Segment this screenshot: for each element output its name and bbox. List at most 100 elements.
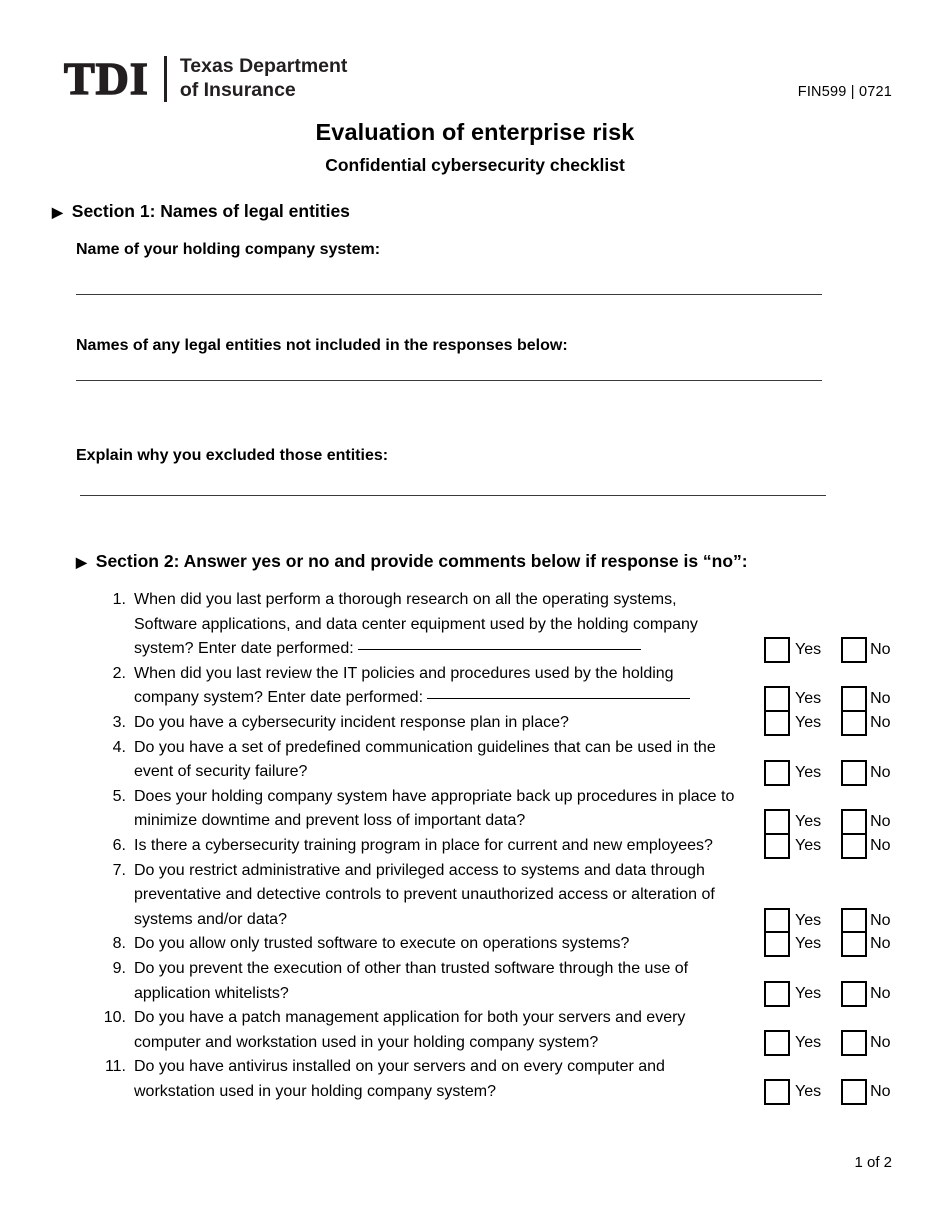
- yes-label: Yes: [795, 1082, 822, 1100]
- question-item: 3. Do you have a cybersecurity incident r…: [100, 711, 740, 736]
- question-text: Do you have a cybersecurity incident res…: [134, 711, 740, 736]
- tdi-wordmark: TDI: [63, 53, 149, 104]
- yes-label: Yes: [795, 837, 822, 855]
- question-prompt: Do you have antivirus installed on your …: [134, 1058, 665, 1100]
- no-answer-group[interactable]: No: [841, 710, 891, 737]
- question-number: 8.: [112, 935, 126, 953]
- question-prompt: Do you prevent the execution of other th…: [134, 959, 689, 1002]
- question-text: Do you have antivirus installed on your …: [134, 1055, 740, 1104]
- section-2-heading-text: Section 2: Answer yes or no and provide …: [95, 551, 748, 571]
- question-text: Do you have a set of predefined communic…: [134, 736, 740, 785]
- yes-answer-group[interactable]: Yes: [764, 1078, 831, 1105]
- question-number: 10.: [103, 1009, 126, 1027]
- page-subtitle: Confidential cybersecurity checklist: [325, 155, 625, 175]
- no-answer-group[interactable]: No: [841, 1029, 891, 1056]
- question-text: When did you last review the IT policies…: [134, 662, 740, 711]
- page-title: Evaluation of enterprise risk: [315, 119, 635, 145]
- yes-checkbox[interactable]: [764, 685, 790, 712]
- no-label: No: [870, 812, 891, 830]
- no-checkbox[interactable]: [841, 980, 868, 1007]
- no-answer-group[interactable]: No: [841, 636, 891, 663]
- answer-row: Yes No: [764, 930, 891, 958]
- yes-label: Yes: [795, 763, 822, 781]
- yes-label: Yes: [795, 984, 822, 1002]
- page-number: 1 of 2: [854, 1154, 892, 1171]
- no-answer-group[interactable]: No: [841, 808, 891, 835]
- date-performed-input-line[interactable]: [427, 698, 691, 700]
- question-number: 1.: [112, 591, 126, 608]
- no-checkbox[interactable]: [841, 710, 868, 737]
- date-performed-input-line[interactable]: [358, 649, 642, 651]
- no-answer-group[interactable]: No: [841, 980, 891, 1007]
- yes-label: Yes: [795, 689, 822, 707]
- question-number: 9.: [112, 959, 126, 977]
- no-answer-group[interactable]: No: [841, 1078, 891, 1105]
- no-checkbox[interactable]: [841, 1029, 868, 1056]
- question-prompt: When did you last review the IT policies…: [134, 664, 674, 707]
- yes-answer-group[interactable]: Yes: [764, 759, 831, 786]
- answer-row: Yes No: [764, 980, 891, 1008]
- question-prompt: Is there a cybersecurity training progra…: [134, 836, 713, 854]
- yes-answer-group[interactable]: Yes: [764, 710, 831, 737]
- question-item: 9. Do you prevent the execution of other …: [100, 957, 740, 1006]
- yes-answer-group[interactable]: Yes: [764, 980, 831, 1007]
- holding-company-input-line[interactable]: [76, 294, 822, 295]
- no-label: No: [870, 935, 891, 953]
- no-checkbox[interactable]: [841, 1078, 868, 1105]
- yes-answer-group[interactable]: Yes: [764, 685, 831, 712]
- form-page: TDI Texas Department of Insurance FIN599…: [0, 0, 950, 1230]
- no-label: No: [870, 837, 891, 855]
- question-text: Do you have a patch management applicati…: [134, 1006, 740, 1055]
- answer-row: Yes No: [764, 759, 891, 787]
- explain-exclusion-input-line[interactable]: [80, 495, 826, 496]
- question-text: Does your holding company system have ap…: [134, 785, 740, 834]
- no-label: No: [870, 714, 891, 732]
- form-number: FIN599 | 0721: [797, 84, 892, 100]
- yes-checkbox[interactable]: [764, 710, 790, 737]
- question-number: 4.: [112, 738, 126, 756]
- question-number: 3.: [112, 713, 126, 731]
- no-answer-group[interactable]: No: [841, 833, 891, 860]
- yes-label: Yes: [795, 911, 822, 929]
- no-checkbox[interactable]: [841, 759, 868, 786]
- logo-divider: [163, 56, 167, 102]
- yes-checkbox[interactable]: [764, 759, 790, 786]
- no-checkbox[interactable]: [841, 931, 868, 958]
- no-answer-group[interactable]: No: [841, 685, 891, 712]
- question-item: 10. Do you have a patch management applic…: [100, 1006, 740, 1055]
- no-label: No: [870, 911, 891, 929]
- no-label: No: [870, 1082, 891, 1100]
- yes-checkbox[interactable]: [764, 833, 790, 860]
- no-answer-group[interactable]: No: [841, 931, 891, 958]
- yes-checkbox[interactable]: [764, 931, 790, 958]
- no-checkbox[interactable]: [841, 636, 868, 663]
- question-prompt: Does your holding company system have ap…: [134, 787, 735, 830]
- yes-answer-group[interactable]: Yes: [764, 1029, 831, 1056]
- yes-answer-group[interactable]: Yes: [764, 808, 831, 835]
- yes-checkbox[interactable]: [764, 808, 790, 835]
- no-label: No: [870, 640, 891, 658]
- yes-checkbox[interactable]: [764, 636, 790, 663]
- no-checkbox[interactable]: [841, 808, 868, 835]
- yes-answer-group[interactable]: Yes: [764, 931, 831, 958]
- no-checkbox[interactable]: [841, 685, 868, 712]
- excluded-entities-label: Names of any legal entities not included…: [76, 337, 568, 354]
- answer-row: Yes No: [764, 636, 891, 664]
- yes-checkbox[interactable]: [764, 980, 790, 1007]
- yes-checkbox[interactable]: [764, 1078, 790, 1105]
- question-item: 11. Do you have antivirus installed on yo…: [100, 1055, 740, 1104]
- yes-label: Yes: [795, 1033, 822, 1051]
- yes-answer-group[interactable]: Yes: [764, 833, 831, 860]
- yes-label: Yes: [795, 812, 822, 830]
- yes-label: Yes: [795, 640, 822, 658]
- no-label: No: [870, 763, 891, 781]
- question-item: 4. Do you have a set of predefined commun…: [100, 736, 740, 785]
- yes-checkbox[interactable]: [764, 1029, 790, 1056]
- no-checkbox[interactable]: [841, 833, 868, 860]
- yes-answer-group[interactable]: Yes: [764, 636, 831, 663]
- question-prompt: When did you last perform a thorough res…: [134, 591, 698, 658]
- excluded-entities-input-line[interactable]: [76, 380, 822, 381]
- no-label: No: [870, 1033, 891, 1051]
- section-1-heading: ▶ Section 1: Names of legal entities: [52, 201, 350, 222]
- no-answer-group[interactable]: No: [841, 759, 891, 786]
